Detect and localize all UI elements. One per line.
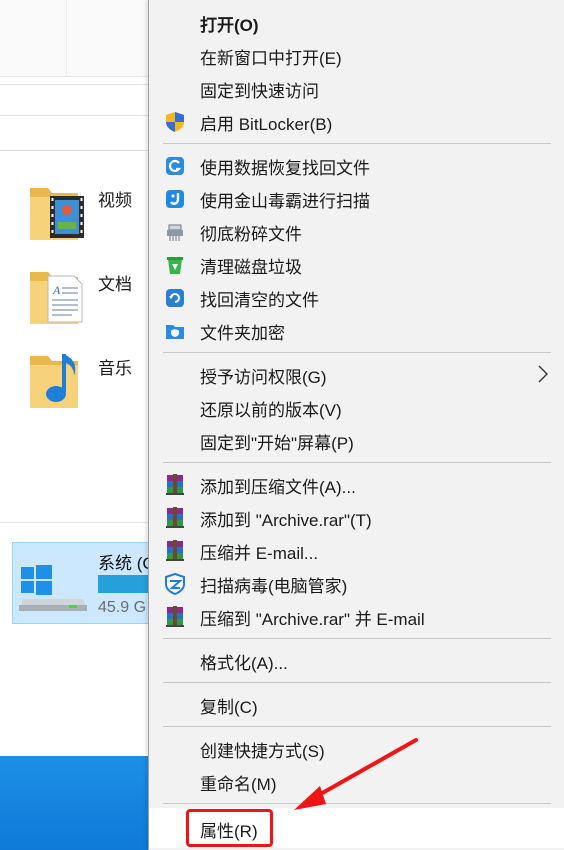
folder-label: 音乐 bbox=[98, 359, 132, 378]
column-header-strip bbox=[0, 116, 150, 151]
menu-item-label: 压缩到 "Archive.rar" 并 E-mail bbox=[200, 610, 425, 629]
folder-videos[interactable]: 视频 bbox=[28, 180, 148, 250]
menu-item-label: 启用 BitLocker(B) bbox=[200, 115, 333, 134]
menu-item-label: 重命名(M) bbox=[200, 775, 277, 794]
tencent-guard-icon bbox=[165, 573, 185, 595]
folder-music[interactable]: 音乐 bbox=[28, 348, 148, 418]
address-bar[interactable] bbox=[0, 84, 150, 116]
menu-item-label: 添加到 "Archive.rar"(T) bbox=[200, 511, 372, 530]
menu-item-label: 在新窗口中打开(E) bbox=[200, 49, 342, 68]
menu-item-folder-encrypt[interactable]: 文件夹加密 bbox=[149, 314, 564, 347]
restore-icon bbox=[166, 289, 184, 307]
taskbar bbox=[0, 756, 150, 850]
menu-item-disk-clean[interactable]: 清理磁盘垃圾 bbox=[149, 248, 564, 281]
menu-item-grant-access[interactable]: 授予访问权限(G) bbox=[149, 358, 564, 391]
data-recovery-icon bbox=[166, 157, 184, 175]
menu-separator bbox=[163, 352, 551, 353]
menu-item-label: 添加到压缩文件(A)... bbox=[200, 478, 356, 497]
winrar-icon bbox=[166, 507, 184, 528]
folder-label: 文档 bbox=[98, 275, 132, 294]
menu-item-label: 扫描病毒(电脑管家) bbox=[200, 577, 348, 596]
menu-item-label: 固定到"开始"屏幕(P) bbox=[200, 434, 354, 453]
menu-item-restore-previous[interactable]: 还原以前的版本(V) bbox=[149, 391, 564, 424]
menu-separator bbox=[163, 638, 551, 639]
video-folder-icon bbox=[30, 188, 84, 240]
chevron-right-icon bbox=[538, 365, 548, 383]
menu-item-bitlocker[interactable]: 启用 BitLocker(B) bbox=[149, 105, 564, 138]
menu-item-label: 文件夹加密 bbox=[200, 324, 285, 343]
menu-item-open[interactable]: 打开(O) bbox=[149, 6, 564, 39]
menu-item-add-archive[interactable]: 添加到压缩文件(A)... bbox=[149, 468, 564, 501]
menu-item-pin-quick-access[interactable]: 固定到快速访问 bbox=[149, 72, 564, 105]
kingsoft-scan-icon bbox=[166, 190, 184, 208]
menu-separator bbox=[163, 462, 551, 463]
menu-item-label: 使用金山毒霸进行扫描 bbox=[200, 192, 370, 211]
highlight-box bbox=[186, 809, 273, 847]
menu-item-label: 清理磁盘垃圾 bbox=[200, 258, 302, 277]
menu-item-label: 固定到快速访问 bbox=[200, 82, 319, 101]
shredder-icon bbox=[167, 224, 183, 241]
menu-item-label: 压缩并 E-mail... bbox=[200, 544, 319, 563]
winrar-icon bbox=[166, 474, 184, 495]
menu-item-data-recovery[interactable]: 使用数据恢复找回文件 bbox=[149, 149, 564, 182]
menu-separator bbox=[163, 143, 551, 144]
drive-label: 系统 (C bbox=[98, 554, 155, 573]
menu-separator bbox=[163, 726, 551, 727]
red-arrow-icon bbox=[294, 738, 418, 810]
menu-item-label: 复制(C) bbox=[200, 698, 258, 717]
svg-text:A: A bbox=[52, 283, 61, 297]
menu-item-add-archive-rar[interactable]: 添加到 "Archive.rar"(T) bbox=[149, 501, 564, 534]
menu-item-virus-scan[interactable]: 扫描病毒(电脑管家) bbox=[149, 567, 564, 600]
folder-documents[interactable]: A 文档 bbox=[28, 264, 148, 334]
menu-item-copy[interactable]: 复制(C) bbox=[149, 688, 564, 721]
menu-item-open-new-window[interactable]: 在新窗口中打开(E) bbox=[149, 39, 564, 72]
menu-item-format[interactable]: 格式化(A)... bbox=[149, 644, 564, 677]
menu-item-label: 格式化(A)... bbox=[200, 654, 288, 673]
menu-item-label: 找回清空的文件 bbox=[200, 291, 319, 310]
folder-encrypt-icon bbox=[166, 325, 184, 339]
menu-item-shred[interactable]: 彻底粉碎文件 bbox=[149, 215, 564, 248]
menu-item-label: 使用数据恢复找回文件 bbox=[200, 159, 370, 178]
drive-free-space: 45.9 G bbox=[98, 599, 147, 616]
menu-item-label: 彻底粉碎文件 bbox=[200, 225, 302, 244]
drive-c-tile[interactable]: 系统 (C 45.9 G bbox=[12, 542, 168, 624]
menu-item-compress-rar-email[interactable]: 压缩到 "Archive.rar" 并 E-mail bbox=[149, 600, 564, 633]
documents-folder-icon: A bbox=[30, 272, 83, 324]
menu-item-label: 还原以前的版本(V) bbox=[200, 401, 342, 420]
context-menu: 打开(O) 在新窗口中打开(E) 固定到快速访问 启用 BitLocker(B)… bbox=[148, 0, 564, 850]
ribbon-area bbox=[0, 0, 150, 77]
menu-item-label: 打开(O) bbox=[200, 16, 259, 35]
menu-item-pin-start[interactable]: 固定到"开始"屏幕(P) bbox=[149, 424, 564, 457]
folder-label: 视频 bbox=[98, 191, 132, 210]
winrar-icon bbox=[166, 540, 184, 561]
music-folder-icon bbox=[30, 354, 78, 408]
menu-item-kingsoft-scan[interactable]: 使用金山毒霸进行扫描 bbox=[149, 182, 564, 215]
menu-separator bbox=[163, 682, 551, 683]
shield-icon bbox=[166, 112, 184, 132]
menu-item-label: 授予访问权限(G) bbox=[200, 368, 327, 387]
winrar-icon bbox=[166, 606, 184, 627]
menu-item-compress-email[interactable]: 压缩并 E-mail... bbox=[149, 534, 564, 567]
windows-drive-icon bbox=[19, 565, 87, 611]
disk-clean-icon bbox=[167, 257, 183, 274]
menu-item-recover-emptied[interactable]: 找回清空的文件 bbox=[149, 281, 564, 314]
